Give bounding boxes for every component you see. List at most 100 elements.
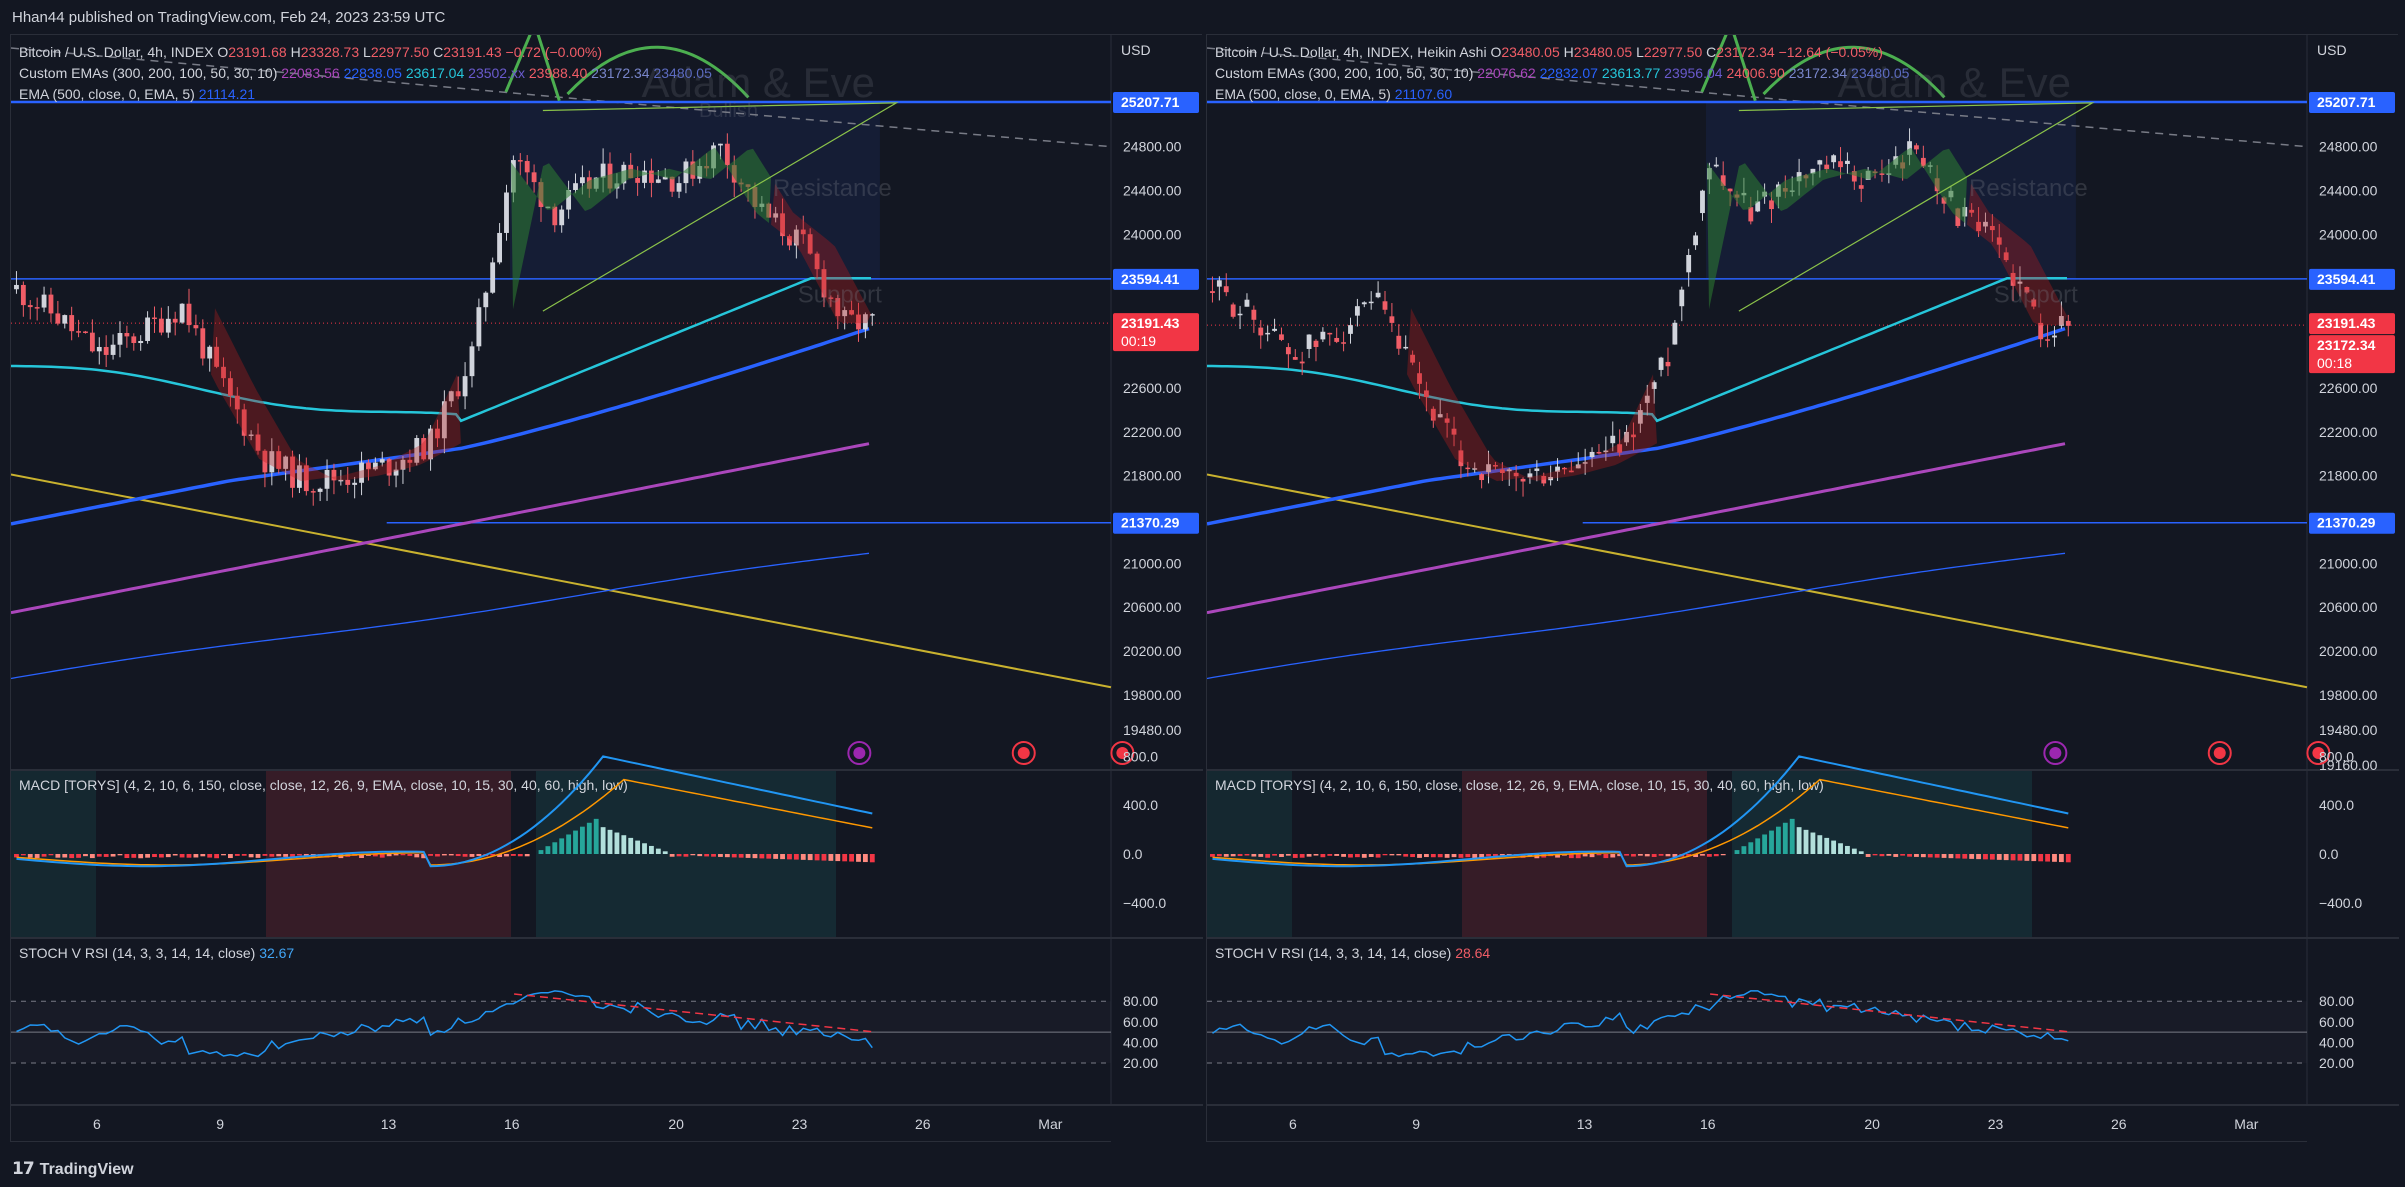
candle[interactable]	[1265, 332, 1271, 335]
chart-panel-left[interactable]: Adam & Eve Bullish Resistance Support Bitcoi…	[10, 34, 1203, 1143]
macd-label[interactable]: MACD [TORYS] (4, 2, 10, 6, 150, close, c…	[19, 777, 628, 793]
candle[interactable]	[96, 346, 102, 352]
ema-300-line[interactable]	[11, 442, 870, 615]
candle[interactable]	[1465, 467, 1471, 470]
candle[interactable]	[165, 318, 171, 333]
candle[interactable]	[483, 292, 489, 308]
candle[interactable]	[1389, 316, 1395, 323]
ema-300-line[interactable]	[1207, 442, 2066, 615]
candle[interactable]	[1914, 145, 1919, 150]
candle[interactable]	[310, 491, 316, 493]
legend-emas[interactable]: Custom EMAs (300, 200, 100, 50, 30, 10) …	[19, 65, 712, 81]
legend-title[interactable]: Bitcoin / U.S. Dollar, 4h, INDEX O23191.…	[19, 44, 602, 60]
candle[interactable]	[138, 340, 144, 344]
candle[interactable]	[200, 328, 206, 359]
candle[interactable]	[1479, 474, 1485, 481]
candle[interactable]	[34, 307, 40, 309]
candle[interactable]	[27, 305, 33, 308]
candle[interactable]	[1320, 331, 1326, 340]
candle[interactable]	[345, 479, 351, 485]
candle[interactable]	[676, 183, 682, 192]
candle[interactable]	[62, 315, 68, 324]
chart-svg[interactable]: Adam & EveResistanceSupportBitcoin / U.S…	[1207, 35, 2399, 1143]
tradingview-brand[interactable]: 𝟭𝟳 TradingView	[12, 1159, 134, 1179]
candle[interactable]	[497, 232, 502, 263]
candle[interactable]	[55, 313, 61, 324]
candle[interactable]	[635, 178, 641, 183]
legend-emas[interactable]: Custom EMAs (300, 200, 100, 50, 30, 10) …	[1215, 65, 1910, 81]
candle[interactable]	[1306, 334, 1312, 349]
candle[interactable]	[1520, 478, 1526, 482]
candle[interactable]	[1279, 334, 1284, 340]
candle[interactable]	[1748, 207, 1754, 222]
legend-title[interactable]: Bitcoin / U.S. Dollar, 4h, INDEX, Heikin…	[1215, 44, 1883, 60]
candle[interactable]	[48, 294, 54, 314]
candle[interactable]	[1327, 332, 1333, 335]
candle[interactable]	[1693, 235, 1698, 246]
candle[interactable]	[1272, 328, 1277, 331]
candle[interactable]	[1700, 190, 1705, 214]
candle[interactable]	[1354, 306, 1360, 316]
candle[interactable]	[83, 331, 88, 333]
candle[interactable]	[89, 332, 95, 352]
candle[interactable]	[324, 469, 330, 489]
candle[interactable]	[1368, 301, 1374, 304]
candle[interactable]	[1658, 357, 1664, 370]
candle[interactable]	[1845, 160, 1850, 164]
candle[interactable]	[1769, 200, 1774, 210]
candle[interactable]	[1610, 435, 1616, 444]
candle[interactable]	[469, 346, 475, 377]
candle[interactable]	[1244, 299, 1250, 307]
candle[interactable]	[1237, 313, 1243, 316]
candle[interactable]	[524, 161, 530, 173]
candle[interactable]	[1396, 335, 1402, 349]
candle[interactable]	[186, 303, 192, 326]
candle[interactable]	[1831, 155, 1837, 163]
candle[interactable]	[1223, 286, 1229, 293]
candle[interactable]	[1251, 309, 1257, 320]
candle[interactable]	[1292, 357, 1298, 360]
candle[interactable]	[1679, 289, 1685, 307]
candle[interactable]	[1348, 325, 1353, 334]
candle[interactable]	[76, 331, 81, 333]
candle[interactable]	[1258, 327, 1264, 336]
stoch-label[interactable]: STOCH V RSI (14, 3, 3, 14, 14, close) 32…	[19, 945, 294, 961]
candle[interactable]	[1230, 304, 1236, 317]
candle[interactable]	[1672, 322, 1678, 345]
candle[interactable]	[517, 160, 523, 162]
candle[interactable]	[1713, 164, 1719, 167]
ema-100-line[interactable]	[11, 277, 871, 423]
candle[interactable]	[559, 209, 565, 226]
candle[interactable]	[117, 333, 123, 345]
legend-ema500[interactable]: EMA (500, close, 0, EMA, 5) 21114.21	[19, 86, 255, 102]
candle[interactable]	[1534, 468, 1540, 471]
candle[interactable]	[131, 336, 137, 344]
candle[interactable]	[2052, 335, 2057, 338]
candle[interactable]	[145, 317, 151, 341]
candle[interactable]	[158, 318, 164, 333]
candle[interactable]	[1341, 342, 1347, 344]
candle[interactable]	[724, 143, 730, 166]
candle[interactable]	[1589, 451, 1595, 458]
candle[interactable]	[1216, 280, 1222, 287]
candle[interactable]	[649, 170, 654, 183]
candle[interactable]	[152, 317, 157, 320]
candle[interactable]	[1596, 451, 1602, 454]
candle[interactable]	[207, 346, 213, 359]
candle[interactable]	[20, 284, 26, 306]
candle[interactable]	[476, 307, 482, 347]
stoch-label[interactable]: STOCH V RSI (14, 3, 3, 14, 14, close) 28…	[1215, 945, 1490, 961]
chart-svg[interactable]: Adam & EveBullishResistanceSupportBitcoi…	[11, 35, 1203, 1143]
candle[interactable]	[14, 284, 19, 290]
candle[interactable]	[1313, 340, 1319, 347]
candle[interactable]	[317, 488, 323, 492]
candle[interactable]	[1382, 301, 1388, 310]
candle[interactable]	[379, 459, 385, 463]
candle[interactable]	[103, 346, 109, 355]
candle[interactable]	[462, 376, 468, 397]
candle[interactable]	[718, 143, 723, 146]
ema-100-line[interactable]	[1207, 277, 2067, 423]
candle[interactable]	[1686, 254, 1692, 273]
candle[interactable]	[1285, 347, 1291, 355]
candle[interactable]	[1817, 160, 1823, 165]
